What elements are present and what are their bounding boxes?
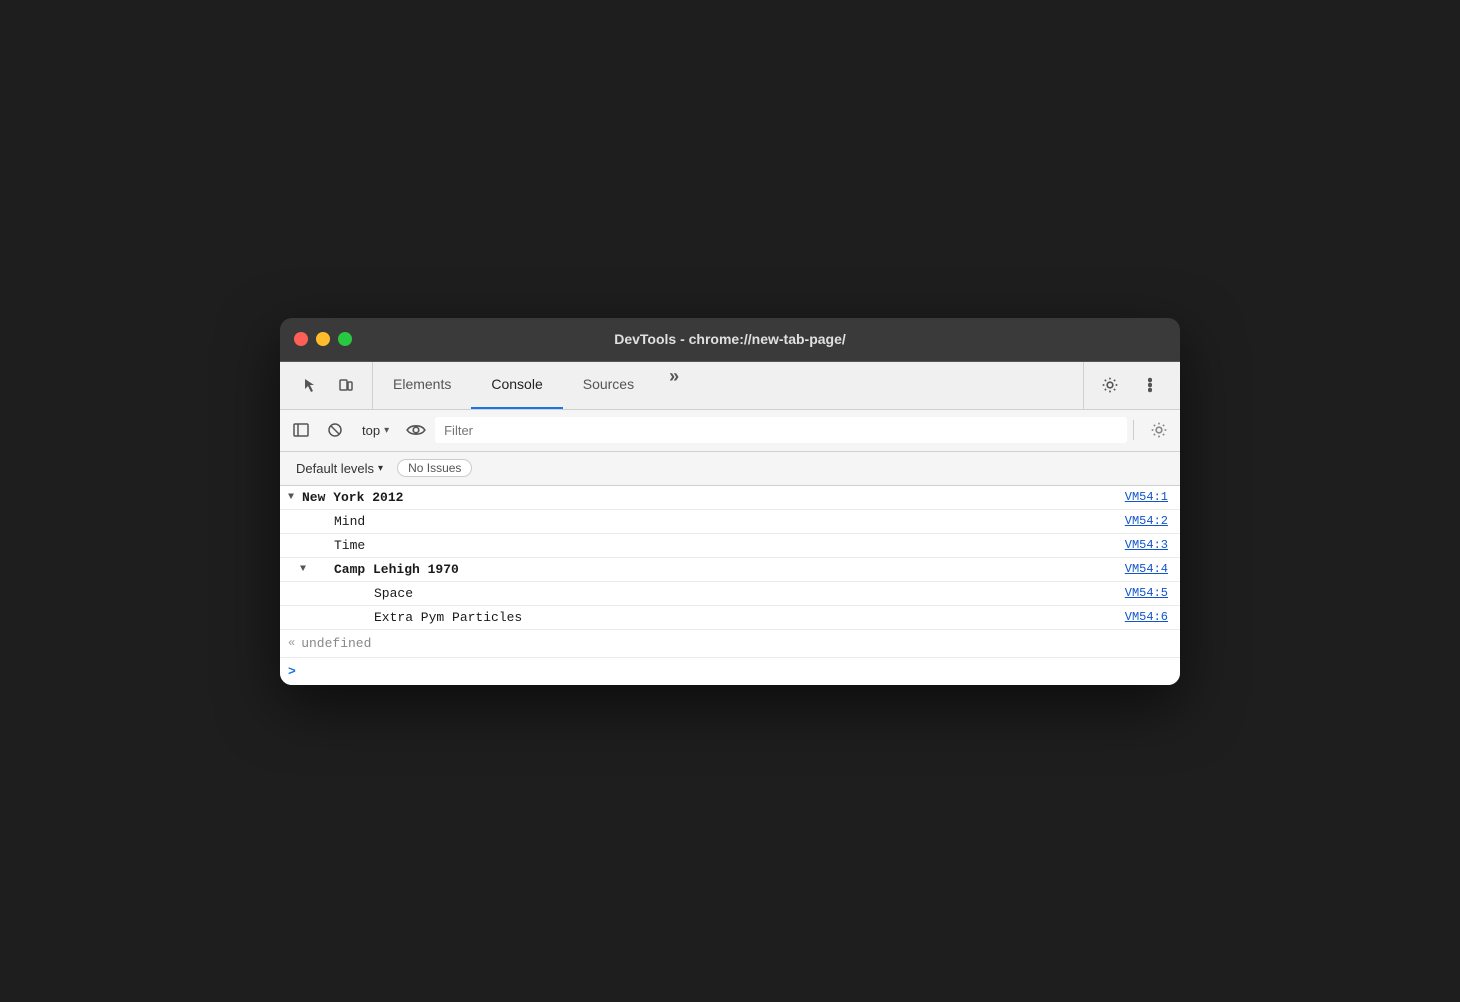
devtools-window: DevTools - chrome://new-tab-page/: [280, 318, 1180, 685]
table-row: ▼ New York 2012 VM54:1: [280, 486, 1180, 510]
devtools-body: Elements Console Sources »: [280, 362, 1180, 685]
entry-main: ▶ Space: [280, 586, 1125, 601]
source-link[interactable]: VM54:6: [1125, 610, 1180, 624]
entry-text: Time: [314, 538, 1117, 553]
title-bar: DevTools - chrome://new-tab-page/: [280, 318, 1180, 362]
gear-svg: [1101, 376, 1119, 394]
more-tabs-button[interactable]: »: [654, 362, 694, 394]
inspect-icon[interactable]: [292, 367, 328, 403]
console-toolbar: top ▾: [280, 410, 1180, 452]
context-selector[interactable]: top ▾: [354, 421, 397, 440]
three-dots-svg: [1148, 376, 1152, 394]
console-output: ▼ New York 2012 VM54:1 ▶ Mind VM54:2 ▶ T…: [280, 486, 1180, 685]
dropdown-arrow-icon: ▾: [384, 425, 389, 436]
tab-bar: Elements Console Sources »: [280, 362, 1180, 410]
tab-console[interactable]: Console: [471, 362, 562, 409]
entry-main: ▼ New York 2012: [280, 490, 1125, 505]
entry-main: ▼ Camp Lehigh 1970: [280, 562, 1125, 577]
device-svg: [338, 377, 354, 393]
undefined-entry: « undefined: [280, 630, 1180, 658]
toolbar-divider: [1133, 420, 1134, 440]
table-row: ▼ Camp Lehigh 1970 VM54:4: [280, 558, 1180, 582]
more-options-icon[interactable]: [1132, 367, 1168, 403]
undefined-value: undefined: [301, 636, 371, 651]
tab-elements[interactable]: Elements: [373, 362, 471, 409]
close-button[interactable]: [294, 332, 308, 346]
return-arrow-icon: «: [288, 636, 295, 650]
entry-main: ▶ Time: [280, 538, 1125, 553]
clear-console-button[interactable]: [320, 416, 350, 444]
cursor-svg: [302, 377, 318, 393]
entry-main: ▶ Extra Pym Particles: [280, 610, 1125, 625]
console-prompt[interactable]: >: [280, 658, 1180, 685]
minimize-button[interactable]: [316, 332, 330, 346]
tab-bar-right: [1083, 362, 1176, 409]
device-toolbar-icon[interactable]: [328, 367, 364, 403]
filter-input[interactable]: [435, 417, 1127, 443]
entry-text: Camp Lehigh 1970: [314, 562, 1117, 577]
console-settings-icon[interactable]: [1144, 416, 1174, 444]
levels-arrow-icon: ▾: [378, 463, 383, 474]
prompt-symbol: >: [288, 664, 296, 679]
context-label: top: [362, 423, 380, 438]
source-link[interactable]: VM54:1: [1125, 490, 1180, 504]
expand-icon[interactable]: ▼: [288, 492, 302, 503]
maximize-button[interactable]: [338, 332, 352, 346]
block-icon: [327, 422, 343, 438]
sidebar-toggle-button[interactable]: [286, 416, 316, 444]
entry-text: Space: [334, 586, 1117, 601]
levels-row: Default levels ▾ No Issues: [280, 452, 1180, 486]
entry-text: New York 2012: [302, 490, 1117, 505]
source-link[interactable]: VM54:4: [1125, 562, 1180, 576]
source-link[interactable]: VM54:3: [1125, 538, 1180, 552]
entry-main: ▶ Mind: [280, 514, 1125, 529]
table-row: ▶ Mind VM54:2: [280, 510, 1180, 534]
eye-icon: [406, 423, 426, 437]
settings-icon[interactable]: [1092, 367, 1128, 403]
tab-bar-icons: [284, 362, 373, 409]
expand-icon[interactable]: ▼: [300, 564, 314, 575]
table-row: ▶ Extra Pym Particles VM54:6: [280, 606, 1180, 630]
table-row: ▶ Space VM54:5: [280, 582, 1180, 606]
live-expression-button[interactable]: [401, 416, 431, 444]
table-row: ▶ Time VM54:3: [280, 534, 1180, 558]
sidebar-icon: [293, 422, 309, 438]
window-title: DevTools - chrome://new-tab-page/: [614, 331, 846, 347]
entry-text: Extra Pym Particles: [334, 610, 1117, 625]
gear-small-svg: [1150, 421, 1168, 439]
levels-label: Default levels: [296, 461, 374, 476]
source-link[interactable]: VM54:2: [1125, 514, 1180, 528]
tab-list: Elements Console Sources »: [373, 362, 1083, 409]
default-levels-button[interactable]: Default levels ▾: [292, 459, 387, 478]
no-issues-button[interactable]: No Issues: [397, 459, 472, 477]
source-link[interactable]: VM54:5: [1125, 586, 1180, 600]
tab-sources[interactable]: Sources: [563, 362, 654, 409]
entry-text: Mind: [314, 514, 1117, 529]
traffic-lights: [294, 332, 352, 346]
